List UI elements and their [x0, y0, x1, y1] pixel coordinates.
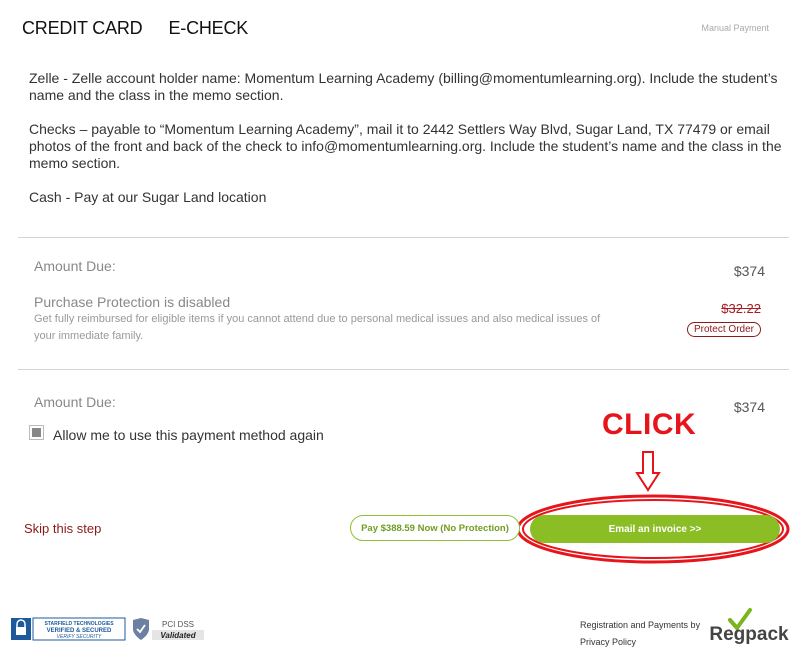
shield-icon: [133, 618, 149, 640]
zelle-instructions: Zelle - Zelle account holder name: Momen…: [29, 70, 778, 103]
registration-payments-text: Registration and Payments by: [580, 620, 701, 630]
manual-payment-link[interactable]: Manual Payment: [701, 23, 769, 33]
skip-step-link[interactable]: Skip this step: [24, 521, 101, 536]
pci-line1: PCI DSS: [162, 620, 194, 629]
divider: [18, 369, 789, 370]
regpack-wordmark: Regpack: [709, 624, 789, 644]
payment-method-tabs: CREDIT CARD E-CHECK: [22, 18, 274, 39]
checkbox-check-mark: [32, 428, 41, 437]
allow-reuse-label: Allow me to use this payment method agai…: [53, 427, 324, 443]
pci-dss-badge[interactable]: PCI DSS Validated: [130, 617, 206, 641]
manual-payment-instructions: Zelle - Zelle account holder name: Momen…: [29, 70, 784, 223]
check-instructions: Checks – payable to “Momentum Learning A…: [29, 121, 782, 171]
tab-credit-card[interactable]: CREDIT CARD: [22, 18, 143, 39]
total-amount-due-value: $374: [733, 399, 765, 415]
divider: [18, 237, 789, 238]
starfield-line3: VERIFY SECURITY: [57, 634, 102, 640]
tab-e-check[interactable]: E-CHECK: [168, 18, 248, 39]
total-amount-due-label: Amount Due:: [34, 394, 116, 410]
protection-status-label: Purchase Protection is disabled: [34, 294, 231, 310]
pci-line2: Validated: [160, 631, 196, 640]
click-annotation-text: CLICK: [602, 408, 697, 441]
allow-reuse-checkbox[interactable]: [29, 425, 44, 440]
starfield-line1: STARFIELD TECHNOLOGIES: [44, 621, 114, 627]
annotation-arrow: [635, 451, 661, 492]
protect-order-button[interactable]: Protect Order: [686, 322, 761, 337]
starfield-secure-badge[interactable]: STARFIELD TECHNOLOGIES VERIFIED & SECURE…: [10, 617, 126, 641]
amount-due-label: Amount Due:: [34, 258, 116, 274]
privacy-policy-link[interactable]: Privacy Policy: [580, 637, 636, 647]
cash-instructions: Cash - Pay at our Sugar Land location: [29, 189, 267, 205]
email-invoice-button[interactable]: Email an invoice >>: [530, 515, 780, 543]
protection-description: Get fully reimbursed for eligible items …: [34, 313, 601, 342]
pay-now-button[interactable]: Pay $388.59 Now (No Protection): [350, 515, 520, 541]
amount-due-value: $374: [733, 263, 765, 279]
protection-price: $32.22: [721, 301, 761, 316]
regpack-logo[interactable]: Regpack: [702, 606, 796, 644]
